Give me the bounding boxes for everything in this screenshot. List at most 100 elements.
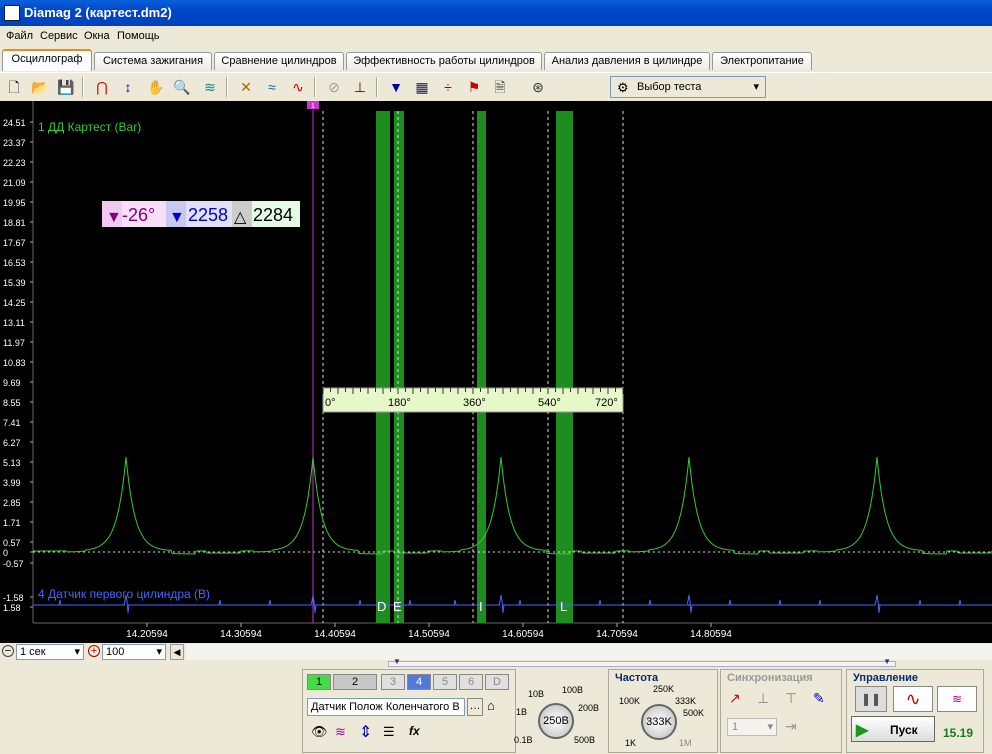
auto-angle-icon[interactable]: ⊘ [324,77,344,97]
channel-d-button[interactable]: D [485,674,509,690]
phase-band [394,111,404,623]
sync-rising-icon[interactable]: ↗ [729,690,741,707]
divider-icon[interactable]: ÷ [438,77,458,97]
sync-auto-icon[interactable]: ✎ [813,690,825,707]
tab-cylinder-compare[interactable]: Сравнение цилиндров [214,52,344,70]
range-label: 10В [528,689,545,699]
sensor-field[interactable]: Датчик Полож Коленчатого В [307,698,465,716]
tab-oscillograph[interactable]: Осциллограф [2,49,92,71]
y-tick-label: 0 [3,548,8,558]
start-button[interactable]: ▶ Пуск [851,716,935,742]
function-icon[interactable]: fx [409,724,420,738]
open-folder-icon[interactable]: 📂 [30,77,50,97]
app-icon [4,5,20,21]
flag-icon[interactable]: ⚑ [464,77,484,97]
time-select[interactable]: 1 сек ▾ [16,644,84,660]
menu-service[interactable]: Сервис [40,30,78,42]
channel-2-button[interactable]: 2 [333,674,377,690]
sensor-browse-button[interactable]: … [467,698,483,716]
menu-help[interactable]: Помощь [117,30,160,42]
zero-marker-icon[interactable]: ⊥ [350,77,370,97]
zoom-icon[interactable]: 🔍 [172,77,192,97]
fps-readout: 15.19 [943,726,974,740]
sensor-settings-icon[interactable]: ⌂ [487,698,505,718]
measurement-box: ▼ -26° ▼ 2258 △ 2284 [102,201,300,227]
measure-mode-icon[interactable]: ↕ [118,77,138,97]
toolbar-separator [226,77,228,97]
frequency-knob[interactable]: 333K [641,704,677,740]
scale-label: 720° [595,397,618,409]
new-file-icon[interactable]: 🗋 [4,77,24,97]
range-knob[interactable]: 250В [538,703,574,739]
chevron-down-icon: ▾ [753,81,759,93]
toolbar: 🗋 📂 💾 ⋂ ↕ ✋ 🔍 ≋ ✕ ≈ ∿ ⊘ ⊥ ▼ ▦ ÷ ⚑ 🗎 ⊛ ⚙ … [0,72,992,100]
chevron-down-icon: ▾ [74,646,80,658]
play-icon: ▶ [856,722,869,739]
channel-4-button[interactable]: 4 [407,674,431,690]
zoom-in-icon[interactable]: + [88,645,100,657]
sync-edge-up-icon[interactable]: ⊥ [757,690,769,707]
test-select-value: Выбор теста [637,81,702,93]
wave-multi-icon[interactable]: ≈ [262,77,282,97]
vertical-arrows-icon[interactable]: ⇕ [359,722,372,742]
range-label: 100В [562,685,584,695]
chevron-down-icon: ▾ [156,646,162,658]
tab-cylinder-efficiency[interactable]: Эффективность работы цилиндров [346,52,542,70]
time-controls: − 1 сек ▾ + 100 ▾ ◀ [0,643,992,661]
test-select[interactable]: ⚙ Выбор теста ▾ [610,76,766,98]
zoom-out-icon[interactable]: − [2,645,14,657]
meas-value: 2258 [188,205,228,225]
y-tick-label: 11.97 [3,338,25,348]
frequency-title: Частота [615,672,659,684]
grid-icon[interactable]: ▦ [412,77,432,97]
tab-power[interactable]: Электропитание [712,52,812,70]
document-icon[interactable]: 🗎 [490,77,510,97]
x-tick-labels: 14.20594 14.30594 14.40594 14.50594 14.60594… [126,623,732,640]
wave-icon[interactable]: ≋ [335,724,346,740]
wave-overlay-icon[interactable]: ∿ [288,77,308,97]
trigger-icon[interactable]: ▼ [386,77,406,97]
sync-channel-select[interactable]: 1 ▾ [727,718,777,736]
auto-icon[interactable]: ⊛ [528,77,548,97]
panel-splitter[interactable]: ▼ ▼ [388,657,896,667]
lines-icon[interactable]: ☰ [383,724,395,740]
oscilloscope-plot[interactable]: 24.51 23.37 22.23 21.09 19.95 18.81 17.67 16.53… [0,101,992,643]
menu-windows[interactable]: Окна [84,30,110,42]
horizontal-scrollbar[interactable] [186,644,992,660]
eye-icon[interactable]: 👁 [311,724,328,740]
y-tick-label: 5.13 [3,458,21,468]
channel-5-button[interactable]: 5 [433,674,457,690]
x-tick-label: 14.30594 [220,629,262,640]
zoom-select[interactable]: 100 ▾ [102,644,166,660]
scale-label: 360° [463,397,486,409]
y-tick-label: 6.27 [3,438,21,448]
tab-ignition[interactable]: Система зажигания [94,52,212,70]
sine-mode-button[interactable]: ∿ [893,686,933,712]
range-knob-group: 10В 100В 1В 200В 0.1В 500В 250В [514,681,604,751]
x-tick-label: 14.20594 [126,629,168,640]
channel-1-button[interactable]: 1 [307,674,331,690]
phase-label-d: D [377,599,386,614]
sync-edge-down-icon[interactable]: ⊤ [785,690,797,707]
sync-arrows-icon[interactable]: ⇥ [785,718,797,735]
scale-label: 540° [538,397,561,409]
x-tick-label: 14.60594 [502,629,544,640]
channel-3-button[interactable]: 3 [381,674,405,690]
cross-icon[interactable]: ✕ [236,77,256,97]
pause-button[interactable]: ❚❚ [855,686,887,712]
sync-group: Синхронизация ↗ ⊥ ⊤ ✎ 1 ▾ ⇥ [720,669,842,753]
y-tick-label: -0.57 [3,559,24,569]
tab-pressure-analysis[interactable]: Анализ давления в цилиндре [544,52,710,70]
save-icon[interactable]: 💾 [56,77,76,97]
scroll-left-arrow-icon[interactable]: ◀ [170,644,184,660]
filter-icon[interactable]: ≋ [200,77,220,97]
multi-wave-button[interactable]: ≋ [937,686,977,712]
sync-title: Синхронизация [727,672,813,684]
plot-canvas: 24.51 23.37 22.23 21.09 19.95 18.81 17.67 16.53… [0,101,992,643]
cursor-mode-icon[interactable]: ⋂ [92,77,112,97]
channel-6-button[interactable]: 6 [459,674,483,690]
menu-file[interactable]: Файл [6,30,33,42]
range-label: 1В [516,707,528,717]
y-tick-label: 3.99 [3,478,21,488]
hand-pan-icon[interactable]: ✋ [146,77,166,97]
